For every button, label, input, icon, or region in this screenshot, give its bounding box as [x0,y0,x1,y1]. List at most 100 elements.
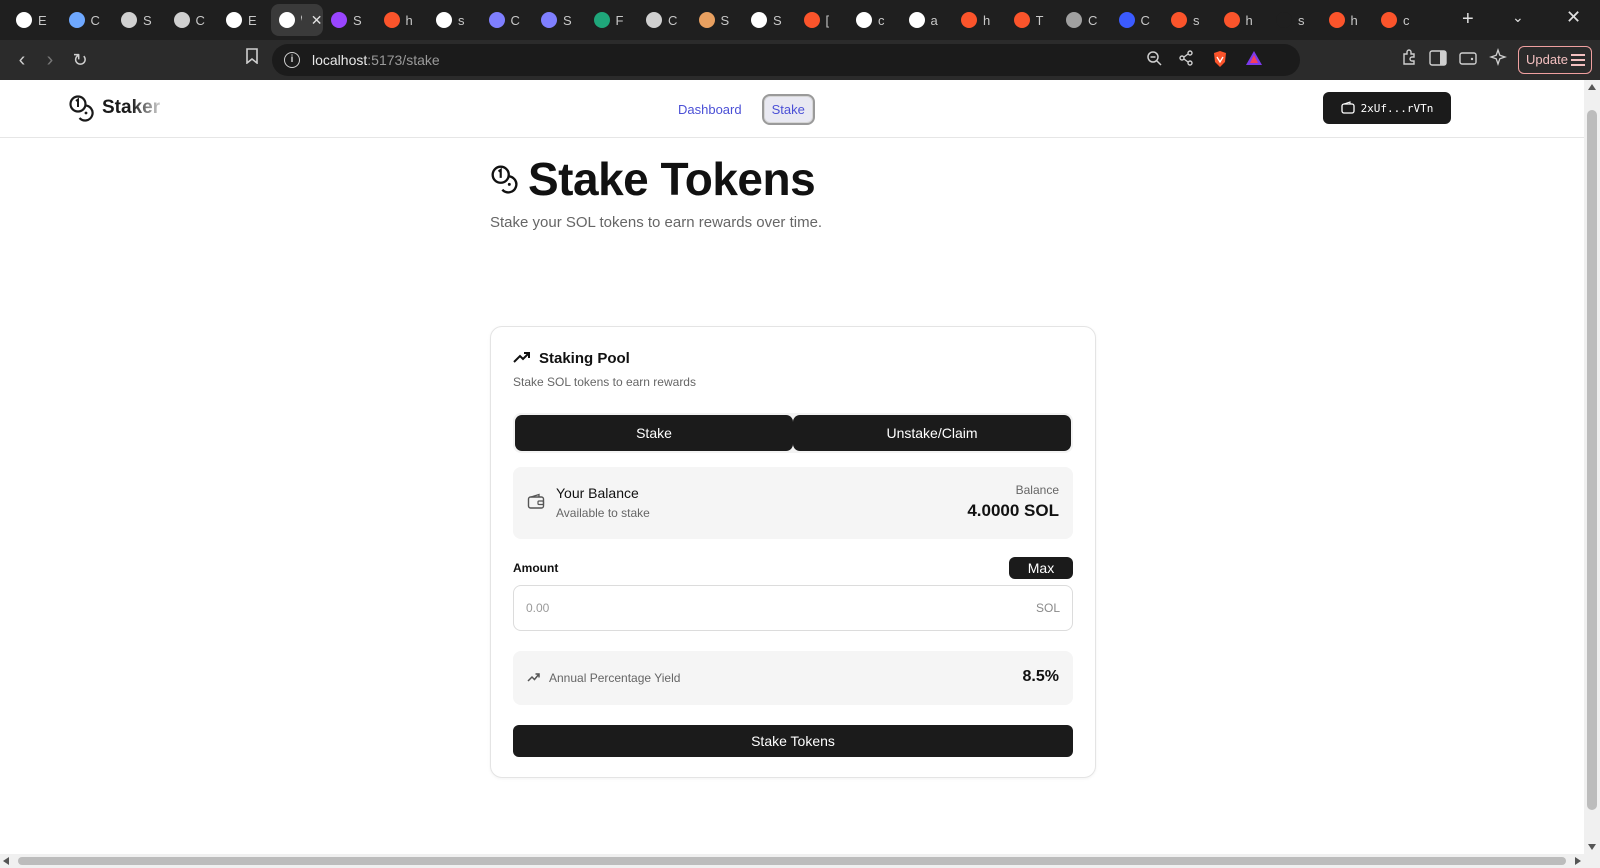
app-icon [646,12,662,28]
address-bar[interactable]: i localhost:5173/stake [272,44,1300,76]
browser-tab[interactable]: h [953,4,1001,36]
scroll-down-icon[interactable] [1588,844,1596,850]
coins-icon [69,95,94,122]
wallet-toolbar-icon[interactable] [1456,48,1480,72]
tab-unstake-claim[interactable]: Unstake/Claim [793,415,1071,451]
page-heading: Stake Tokens [490,152,1096,206]
stake-tokens-button[interactable]: Stake Tokens [513,725,1073,757]
browser-tab[interactable]: S [533,4,581,36]
forward-icon[interactable]: › [38,48,62,72]
app-logo[interactable]: Staker [68,94,160,122]
browser-tab[interactable]: c [848,4,896,36]
browser-tab[interactable]: h [1216,4,1264,36]
window-close-icon[interactable]: ✕ [1566,7,1581,28]
tab-title: C [90,12,100,28]
update-label: Update [1526,52,1568,67]
sidebar-icon[interactable] [1426,48,1450,72]
vertical-scroll-thumb[interactable] [1587,110,1597,810]
browser-tab[interactable]: S [691,4,739,36]
app-icon [1066,12,1082,28]
wallet-connect-button[interactable]: 2xUf...rVTn [1323,92,1451,124]
brave-shields-icon[interactable] [1210,50,1230,70]
tab-title: C [1140,12,1150,28]
amount-input[interactable] [514,586,1014,630]
close-tab-icon[interactable]: ✕ [311,12,323,29]
browser-tab[interactable]: \✕ [270,4,323,36]
new-tab-button[interactable]: + [1462,8,1474,30]
browser-tab[interactable]: S [743,4,791,36]
browser-tab[interactable]: c [1373,4,1421,36]
scroll-right-icon[interactable] [1575,857,1581,865]
main-nav: Dashboard Stake [670,94,815,125]
update-button[interactable]: Update [1518,46,1592,74]
url-host: localhost [312,52,368,68]
stake-tabs: Stake Unstake/Claim [513,413,1073,453]
horizontal-scroll-thumb[interactable] [18,857,1566,865]
zoom-out-icon[interactable] [1144,50,1164,70]
share-icon[interactable] [1176,50,1196,70]
tab-title: E [38,12,47,28]
brave-icon [803,12,820,28]
balance-sublabel: Available to stake [556,506,650,520]
bookmark-icon[interactable] [240,48,264,72]
browser-tab[interactable]: C [638,4,686,36]
nav-stake[interactable]: Stake [761,94,815,125]
browser-tab[interactable]: C [1058,4,1106,36]
staking-pool-card: Staking Pool Stake SOL tokens to earn re… [490,326,1096,778]
scroll-up-icon[interactable] [1588,84,1596,90]
browser-tab[interactable]: S [323,4,371,36]
brave-rewards-icon[interactable] [1244,50,1264,70]
browser-tab[interactable]: s [428,4,476,36]
browser-tab[interactable]: F [586,4,634,36]
github-icon [436,12,452,28]
browser-tab[interactable]: a [901,4,949,36]
browser-tab[interactable]: s [1268,4,1316,36]
browser-tab[interactable]: S [113,4,161,36]
vertical-scrollbar[interactable] [1584,80,1600,854]
reload-icon[interactable]: ↻ [68,48,92,72]
menu-icon [1571,54,1585,66]
back-icon[interactable]: ‹ [10,48,34,72]
scroll-left-icon[interactable] [3,857,9,865]
browser-tab[interactable]: C [1111,4,1159,36]
balance-label: Your Balance [556,485,639,501]
tab-title: S [720,12,730,28]
browser-tab[interactable]: [ [796,4,844,36]
tab-title: C [668,12,678,28]
tab-stake[interactable]: Stake [515,415,793,451]
url-text[interactable]: localhost:5173/stake [312,52,440,68]
max-button[interactable]: Max [1009,557,1073,579]
browser-tab[interactable]: h [1321,4,1369,36]
browser-tab[interactable]: s [1163,4,1211,36]
tab-search-chevron-icon[interactable]: ⌄ [1512,9,1524,26]
site-info-icon[interactable]: i [284,52,300,68]
solana-icon [331,12,347,28]
tab-title: s [458,12,465,28]
browser-tab[interactable]: h [376,4,424,36]
extensions-icon[interactable] [1398,48,1422,72]
github-icon [226,12,242,28]
apy-panel: Annual Percentage Yield 8.5% [513,651,1073,705]
leo-ai-icon[interactable] [1486,48,1510,72]
browser-tab[interactable]: E [8,4,56,36]
browser-tab[interactable]: C [481,4,529,36]
horizontal-scrollbar[interactable] [0,854,1600,868]
page-viewport: Staker Dashboard Stake 2xUf...rVTn Stake… [0,80,1584,854]
browser-tab[interactable]: C [166,4,214,36]
nav-dashboard[interactable]: Dashboard [670,96,750,123]
amount-field[interactable]: SOL [513,585,1073,631]
card-title-text: Staking Pool [539,349,630,367]
tab-title: S [353,12,362,28]
card-title: Staking Pool [513,349,630,367]
tab-title: s [1193,12,1200,28]
browser-tab[interactable]: T [1006,4,1054,36]
balance-panel: Your Balance Available to stake Balance … [513,467,1073,539]
balance-caption: Balance [1015,483,1059,497]
github-icon [16,12,32,28]
browser-tab[interactable]: E [218,4,266,36]
tab-title: h [1350,12,1358,28]
gemini-icon [68,12,85,28]
page-subtitle: Stake your SOL tokens to earn rewards ov… [490,214,823,231]
browser-tab[interactable]: C [61,4,109,36]
app-icon [1118,12,1135,28]
